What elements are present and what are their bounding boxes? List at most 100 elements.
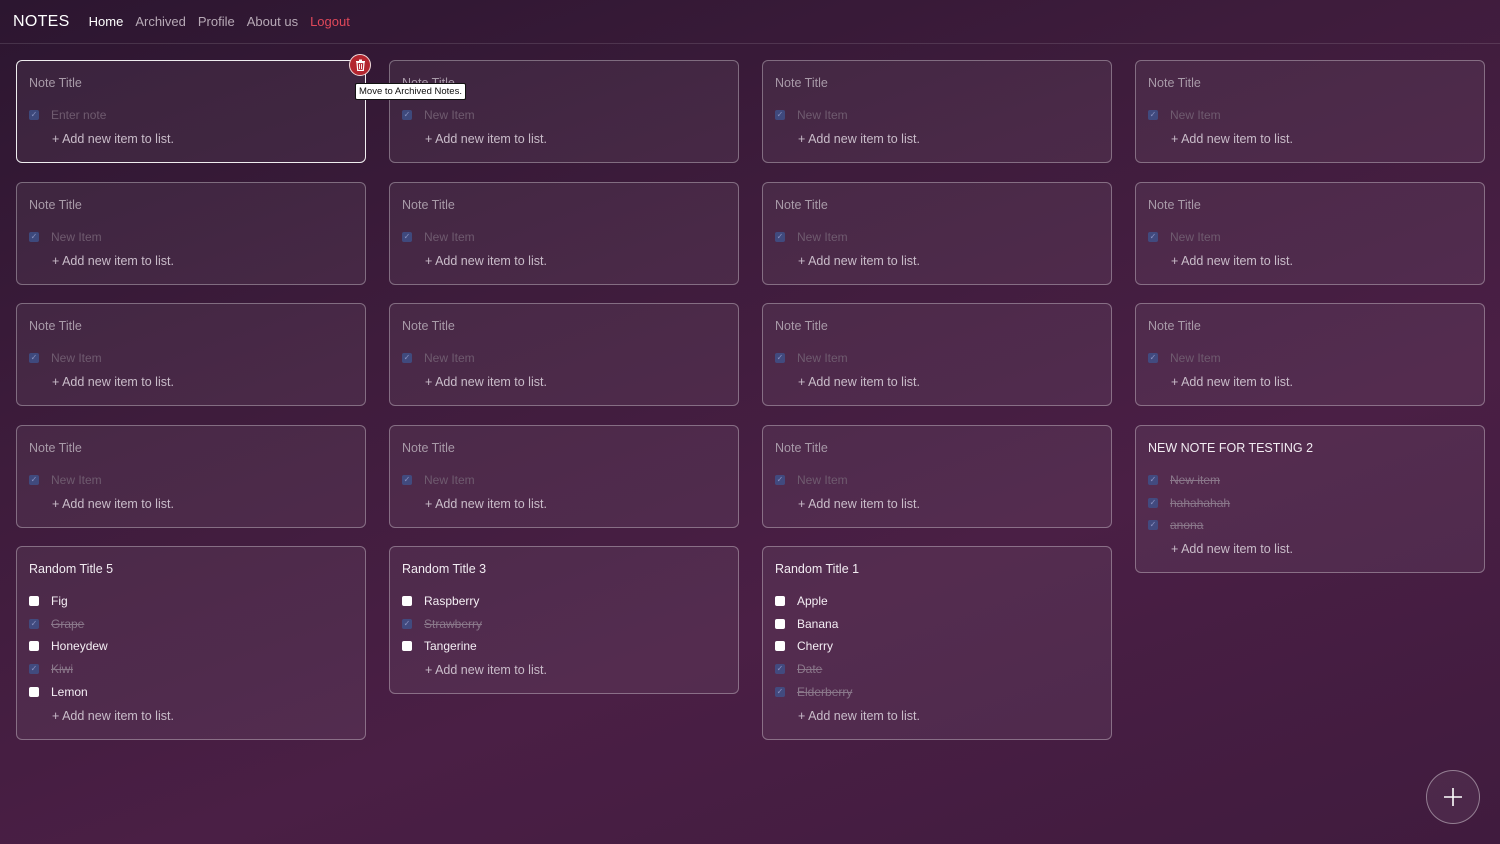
note-title[interactable]: Note Title bbox=[29, 441, 82, 455]
note-title[interactable]: Random Title 1 bbox=[775, 562, 859, 576]
note-card[interactable]: Note Title✓New Item+ Add new item to lis… bbox=[389, 60, 739, 163]
item-text[interactable]: hahahahah bbox=[1170, 496, 1230, 510]
item-checkbox[interactable] bbox=[775, 641, 785, 652]
item-checkbox[interactable] bbox=[402, 641, 412, 652]
item-input-placeholder[interactable]: New Item bbox=[797, 351, 848, 365]
item-checkbox[interactable]: ✓ bbox=[402, 618, 412, 629]
app-brand[interactable]: NOTES bbox=[13, 13, 70, 31]
add-item-link[interactable]: + Add new item to list. bbox=[52, 375, 174, 389]
note-card[interactable]: NEW NOTE FOR TESTING 2 ✓ New item ✓ hahahaha… bbox=[1135, 425, 1485, 574]
item-text[interactable]: Apple bbox=[797, 594, 828, 608]
archive-note-button[interactable] bbox=[349, 54, 371, 76]
item-input-placeholder[interactable]: New Item bbox=[424, 230, 475, 244]
add-item-link[interactable]: + Add new item to list. bbox=[425, 132, 547, 146]
item-checkbox[interactable]: ✓ bbox=[775, 110, 785, 120]
item-input-placeholder[interactable]: New Item bbox=[424, 108, 475, 122]
add-item-link[interactable]: + Add new item to list. bbox=[52, 709, 174, 723]
item-text[interactable]: New item bbox=[1170, 473, 1220, 487]
item-checkbox[interactable] bbox=[29, 641, 39, 652]
item-checkbox[interactable]: ✓ bbox=[775, 232, 785, 242]
note-title[interactable]: Note Title bbox=[29, 198, 82, 212]
item-checkbox[interactable]: ✓ bbox=[775, 686, 785, 697]
item-input-placeholder[interactable]: New Item bbox=[797, 108, 848, 122]
add-item-link[interactable]: + Add new item to list. bbox=[52, 497, 174, 511]
note-title[interactable]: Note Title bbox=[1148, 198, 1201, 212]
add-note-button[interactable] bbox=[1426, 770, 1480, 824]
note-card[interactable]: Note Title✓New Item+ Add new item to lis… bbox=[389, 303, 739, 406]
add-item-link[interactable]: + Add new item to list. bbox=[1171, 132, 1293, 146]
note-title[interactable]: Note Title bbox=[402, 319, 455, 333]
item-input-placeholder[interactable]: New Item bbox=[797, 473, 848, 487]
note-title[interactable]: Note Title bbox=[1148, 319, 1201, 333]
add-item-link[interactable]: + Add new item to list. bbox=[1171, 542, 1293, 556]
item-checkbox[interactable]: ✓ bbox=[29, 232, 39, 242]
note-title[interactable]: Note Title bbox=[29, 76, 82, 90]
item-text[interactable]: Lemon bbox=[51, 685, 88, 699]
note-card[interactable]: Note Title✓New Item+ Add new item to lis… bbox=[762, 303, 1112, 406]
note-title[interactable]: Note Title bbox=[775, 198, 828, 212]
item-input-placeholder[interactable]: New Item bbox=[424, 473, 475, 487]
item-text[interactable]: Tangerine bbox=[424, 639, 477, 653]
note-title[interactable]: NEW NOTE FOR TESTING 2 bbox=[1148, 441, 1313, 455]
item-checkbox[interactable]: ✓ bbox=[775, 475, 785, 485]
item-checkbox[interactable]: ✓ bbox=[775, 353, 785, 363]
note-card[interactable]: Note Title ✓ New Item + Add new item to lis… bbox=[1135, 182, 1485, 285]
item-text[interactable]: Cherry bbox=[797, 639, 833, 653]
add-item-link[interactable]: + Add new item to list. bbox=[425, 497, 547, 511]
item-checkbox[interactable]: ✓ bbox=[402, 353, 412, 363]
add-item-link[interactable]: + Add new item to list. bbox=[52, 254, 174, 268]
item-text[interactable]: Kiwi bbox=[51, 662, 73, 676]
item-checkbox[interactable]: ✓ bbox=[1148, 520, 1158, 531]
nav-home-link[interactable]: Home bbox=[89, 14, 124, 29]
item-checkbox[interactable]: ✓ bbox=[1148, 232, 1158, 242]
item-text[interactable]: anona bbox=[1170, 518, 1203, 532]
item-input-placeholder[interactable]: New Item bbox=[51, 473, 102, 487]
item-checkbox[interactable]: ✓ bbox=[1148, 475, 1158, 485]
add-item-link[interactable]: + Add new item to list. bbox=[798, 132, 920, 146]
note-title[interactable]: Note Title bbox=[775, 76, 828, 90]
note-card[interactable]: Random Title 5 Fig ✓ Grape Honeydew ✓ Kiwi Lemo… bbox=[16, 546, 366, 740]
item-checkbox[interactable]: ✓ bbox=[29, 353, 39, 363]
note-card[interactable]: Note Title ✓ New Item + Add new item to lis… bbox=[16, 425, 366, 528]
item-checkbox[interactable] bbox=[402, 596, 412, 606]
note-card[interactable]: Random Title 3 Raspberry ✓ Strawberry Tanger… bbox=[389, 546, 739, 695]
item-text[interactable]: Honeydew bbox=[51, 639, 108, 653]
item-checkbox[interactable] bbox=[775, 618, 785, 629]
item-checkbox[interactable]: ✓ bbox=[29, 664, 39, 675]
item-input-placeholder[interactable]: New Item bbox=[1170, 108, 1221, 122]
item-text[interactable]: Date bbox=[797, 662, 822, 676]
note-card[interactable]: Note Title✓New Item+ Add new item to lis… bbox=[16, 303, 366, 406]
item-checkbox[interactable] bbox=[775, 596, 785, 606]
note-title[interactable]: Note Title bbox=[402, 198, 455, 212]
note-card[interactable]: Note Title ✓ New Item + Add new item to lis… bbox=[762, 60, 1112, 163]
add-item-link[interactable]: + Add new item to list. bbox=[425, 663, 547, 677]
item-checkbox[interactable]: ✓ bbox=[775, 664, 785, 675]
note-title[interactable]: Note Title bbox=[775, 441, 828, 455]
add-item-link[interactable]: + Add new item to list. bbox=[52, 132, 174, 146]
note-card[interactable]: Note Title✓New Item+ Add new item to lis… bbox=[762, 182, 1112, 285]
item-checkbox[interactable]: ✓ bbox=[29, 110, 39, 120]
nav-archived-link[interactable]: Archived bbox=[135, 14, 186, 29]
item-text[interactable]: Strawberry bbox=[424, 617, 482, 631]
item-checkbox[interactable]: ✓ bbox=[402, 475, 412, 485]
item-checkbox[interactable]: ✓ bbox=[29, 618, 39, 629]
item-checkbox[interactable]: ✓ bbox=[402, 110, 412, 120]
item-input-placeholder[interactable]: New Item bbox=[1170, 230, 1221, 244]
item-checkbox[interactable]: ✓ bbox=[29, 475, 39, 485]
note-card[interactable]: Note Title✓New Item+ Add new item to lis… bbox=[762, 425, 1112, 528]
add-item-link[interactable]: + Add new item to list. bbox=[798, 709, 920, 723]
item-text[interactable]: Elderberry bbox=[797, 685, 852, 699]
item-input-placeholder[interactable]: Enter note bbox=[51, 108, 106, 122]
add-item-link[interactable]: + Add new item to list. bbox=[798, 375, 920, 389]
item-text[interactable]: Banana bbox=[797, 617, 838, 631]
note-card[interactable]: Random Title 1 Apple Banana Cherry ✓ Date ✓ Eld… bbox=[762, 546, 1112, 740]
note-card[interactable]: Note Title✓New Item+ Add new item to lis… bbox=[389, 425, 739, 528]
note-card[interactable]: Note Title✓New Item+ Add new item to lis… bbox=[1135, 303, 1485, 406]
item-checkbox[interactable] bbox=[29, 686, 39, 697]
add-item-link[interactable]: + Add new item to list. bbox=[425, 254, 547, 268]
note-card[interactable]: Note Title✓New Item+ Add new item to lis… bbox=[1135, 60, 1485, 163]
add-item-link[interactable]: + Add new item to list. bbox=[1171, 375, 1293, 389]
add-item-link[interactable]: + Add new item to list. bbox=[1171, 254, 1293, 268]
item-input-placeholder[interactable]: New Item bbox=[51, 351, 102, 365]
item-text[interactable]: Raspberry bbox=[424, 594, 479, 608]
